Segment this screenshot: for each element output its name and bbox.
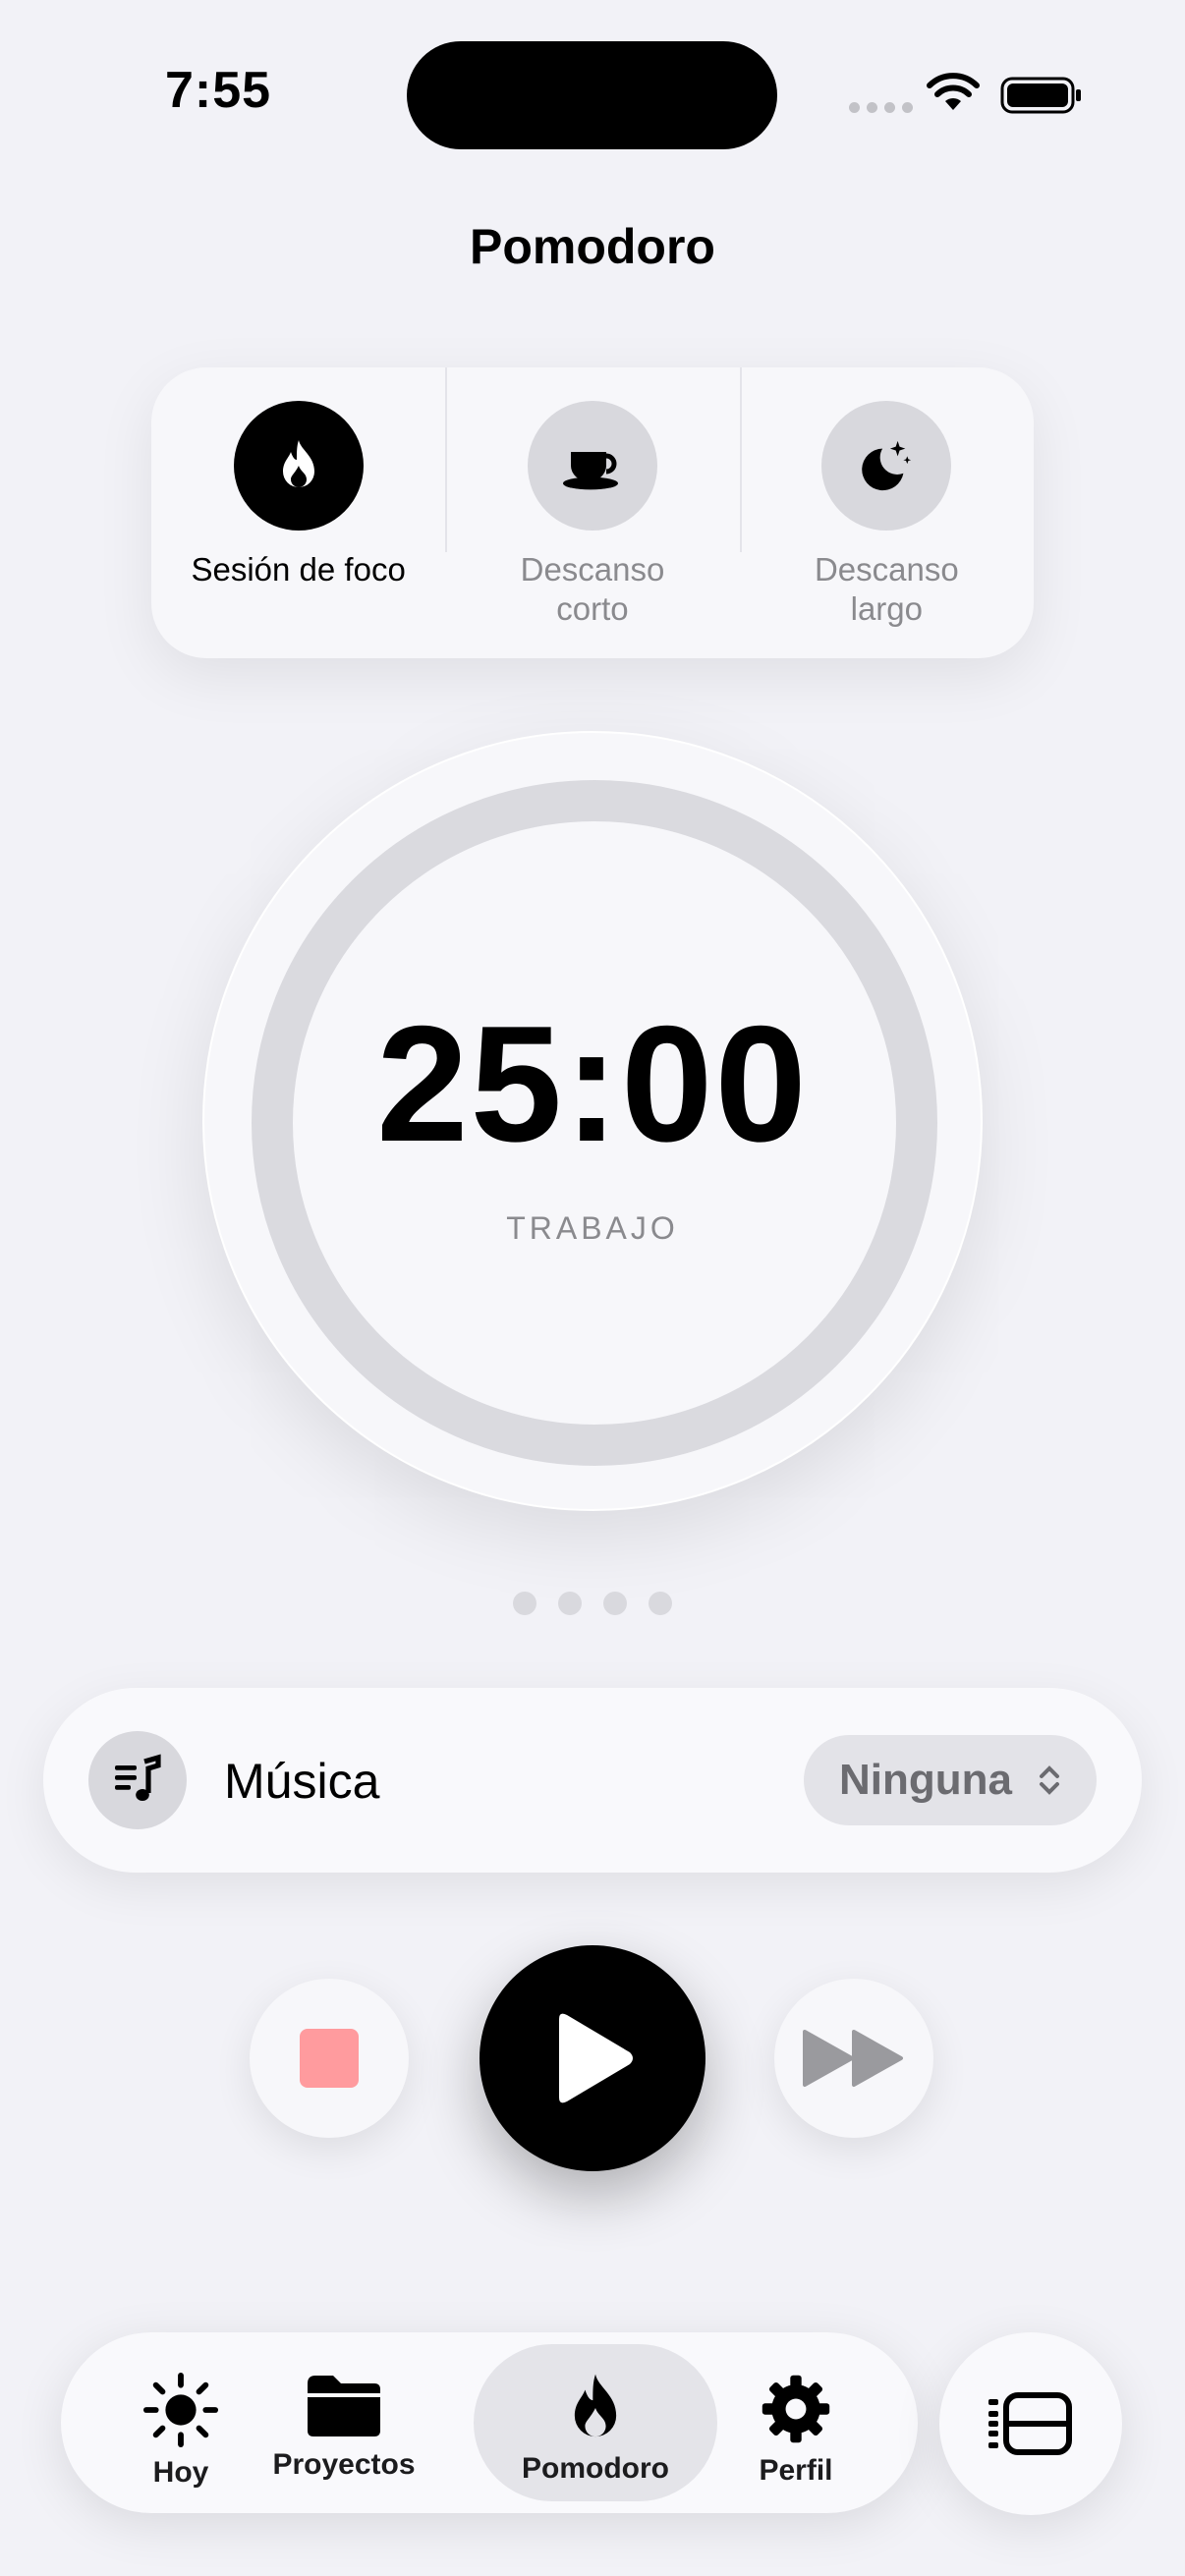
tab-label: Perfil [759,2454,833,2487]
session-dot [603,1592,627,1615]
wifi-icon [927,73,980,110]
cellular-signal-icon [849,102,913,113]
session-dot [513,1592,536,1615]
timer-value: 25:00 [376,991,809,1176]
coffee-cup-icon [562,452,618,490]
skip-forward-button[interactable] [774,1979,933,2138]
moon-stars-icon [862,440,912,491]
play-button[interactable] [480,1945,705,2171]
mode-label: Sesión de foco [191,551,406,588]
tab-bar: Hoy Proyectos Pomodoro Perfil [61,2332,918,2513]
music-select[interactable]: Ninguna [804,1735,1097,1825]
tab-label: Proyectos [272,2448,416,2481]
tab-proyectos[interactable]: Proyectos [246,2344,442,2501]
dynamic-island [407,41,777,149]
music-label: Música [224,1754,380,1809]
timer-dial: 25:00 TRABAJO [202,731,983,1511]
music-list-icon [115,1754,161,1801]
flame-icon [282,440,314,487]
tab-label: Pomodoro [522,2452,669,2485]
battery-icon [1000,77,1081,114]
music-row: Música Ninguna [43,1688,1142,1873]
timer-caption: TRABAJO [506,1210,679,1246]
play-icon [559,2013,633,2103]
tab-perfil[interactable]: Perfil [698,2344,894,2501]
mode-label: Descanso largo [814,551,959,627]
session-progress-dots [513,1592,672,1615]
sidebar-button[interactable] [939,2332,1122,2515]
chevron-up-down-icon [1040,1765,1059,1795]
mode-short-break[interactable]: Descanso corto [445,367,739,658]
flame-icon [574,2374,617,2437]
mode-selector: Sesión de foco Descanso corto Descanso l… [151,367,1034,658]
status-time: 7:55 [165,62,272,119]
sidebar-list-icon [988,2392,1072,2455]
tab-label: Hoy [152,2456,209,2489]
music-select-value: Ninguna [839,1756,1012,1804]
session-dot [649,1592,672,1615]
stop-icon [300,2029,359,2088]
folder-icon [308,2376,380,2436]
skip-forward-icon [803,2030,903,2087]
pomodoro-screen: 7:55 Pomodoro Sesión de foco Descanso co… [0,0,1185,2576]
page-title: Pomodoro [470,219,715,274]
gear-icon [762,2375,830,2443]
tab-pomodoro[interactable]: Pomodoro [474,2344,717,2501]
mode-focus-session[interactable]: Sesión de foco [151,367,445,658]
mode-long-break[interactable]: Descanso largo [739,367,1034,658]
session-dot [558,1592,582,1615]
sun-icon [142,2372,219,2448]
mode-label: Descanso corto [520,551,665,627]
stop-button[interactable] [250,1979,409,2138]
